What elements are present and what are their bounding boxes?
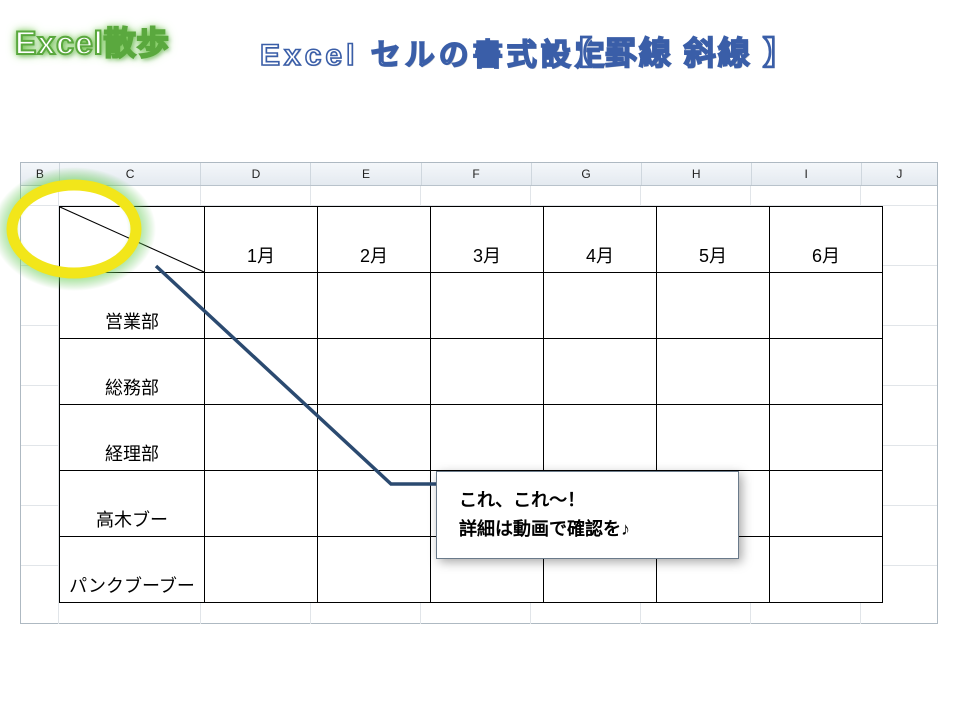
cell[interactable]: [657, 405, 770, 471]
callout-text-2: 詳細は動画で確認を♪: [459, 515, 724, 544]
col-header-F[interactable]: F: [422, 163, 532, 185]
callout-text-1: これ、これ～！: [459, 486, 724, 515]
cell[interactable]: [205, 339, 318, 405]
cell[interactable]: [205, 471, 318, 537]
cell[interactable]: [770, 273, 883, 339]
cell[interactable]: [205, 273, 318, 339]
col-header-I[interactable]: I: [752, 163, 862, 185]
cell[interactable]: [318, 273, 431, 339]
cell[interactable]: [205, 405, 318, 471]
cell[interactable]: [770, 405, 883, 471]
cell[interactable]: [544, 405, 657, 471]
brand-title: Excel散歩: [15, 18, 170, 64]
cell[interactable]: 5月: [657, 207, 770, 273]
cell[interactable]: [657, 273, 770, 339]
cell[interactable]: [318, 339, 431, 405]
cell[interactable]: [657, 339, 770, 405]
cell[interactable]: [205, 537, 318, 603]
col-header-H[interactable]: H: [642, 163, 752, 185]
col-header-C[interactable]: C: [60, 163, 202, 185]
cell[interactable]: [770, 471, 883, 537]
table-row: 営業部: [60, 273, 883, 339]
cell[interactable]: 4月: [544, 207, 657, 273]
grid-body[interactable]: 1月 2月 3月 4月 5月 6月 営業部 総務部 経理部: [21, 186, 937, 624]
cell[interactable]: [431, 339, 544, 405]
cell[interactable]: パンクブーブー: [60, 537, 205, 603]
cell[interactable]: 1月: [205, 207, 318, 273]
cell[interactable]: [431, 273, 544, 339]
col-header-J[interactable]: J: [862, 163, 937, 185]
sheet-frame: B C D E F G H I J 1月 2月 3月 4月 5月 6月: [20, 162, 938, 624]
col-header-E[interactable]: E: [311, 163, 421, 185]
callout-box: これ、これ～！ 詳細は動画で確認を♪: [436, 471, 739, 559]
cell[interactable]: [318, 405, 431, 471]
col-header-D[interactable]: D: [201, 163, 311, 185]
table-row: 経理部: [60, 405, 883, 471]
cell[interactable]: 6月: [770, 207, 883, 273]
cell[interactable]: [770, 339, 883, 405]
cell[interactable]: 総務部: [60, 339, 205, 405]
page-subtitle: 【 罫線 斜線 】: [560, 28, 797, 74]
cell[interactable]: 経理部: [60, 405, 205, 471]
cell[interactable]: [431, 405, 544, 471]
cell[interactable]: 営業部: [60, 273, 205, 339]
cell[interactable]: 高木ブー: [60, 471, 205, 537]
cell[interactable]: 3月: [431, 207, 544, 273]
cell[interactable]: [544, 339, 657, 405]
col-header-B[interactable]: B: [21, 163, 60, 185]
cell[interactable]: [770, 537, 883, 603]
diagonal-cell[interactable]: [60, 207, 205, 273]
diagonal-line-icon: [60, 207, 204, 272]
cell[interactable]: [544, 273, 657, 339]
cell[interactable]: [318, 471, 431, 537]
column-headers: B C D E F G H I J: [21, 163, 937, 186]
cell[interactable]: [318, 537, 431, 603]
cell[interactable]: 2月: [318, 207, 431, 273]
page-title: Excel セルの書式設定: [260, 30, 609, 74]
table-row: 総務部: [60, 339, 883, 405]
table-row: 1月 2月 3月 4月 5月 6月: [60, 207, 883, 273]
col-header-G[interactable]: G: [532, 163, 642, 185]
